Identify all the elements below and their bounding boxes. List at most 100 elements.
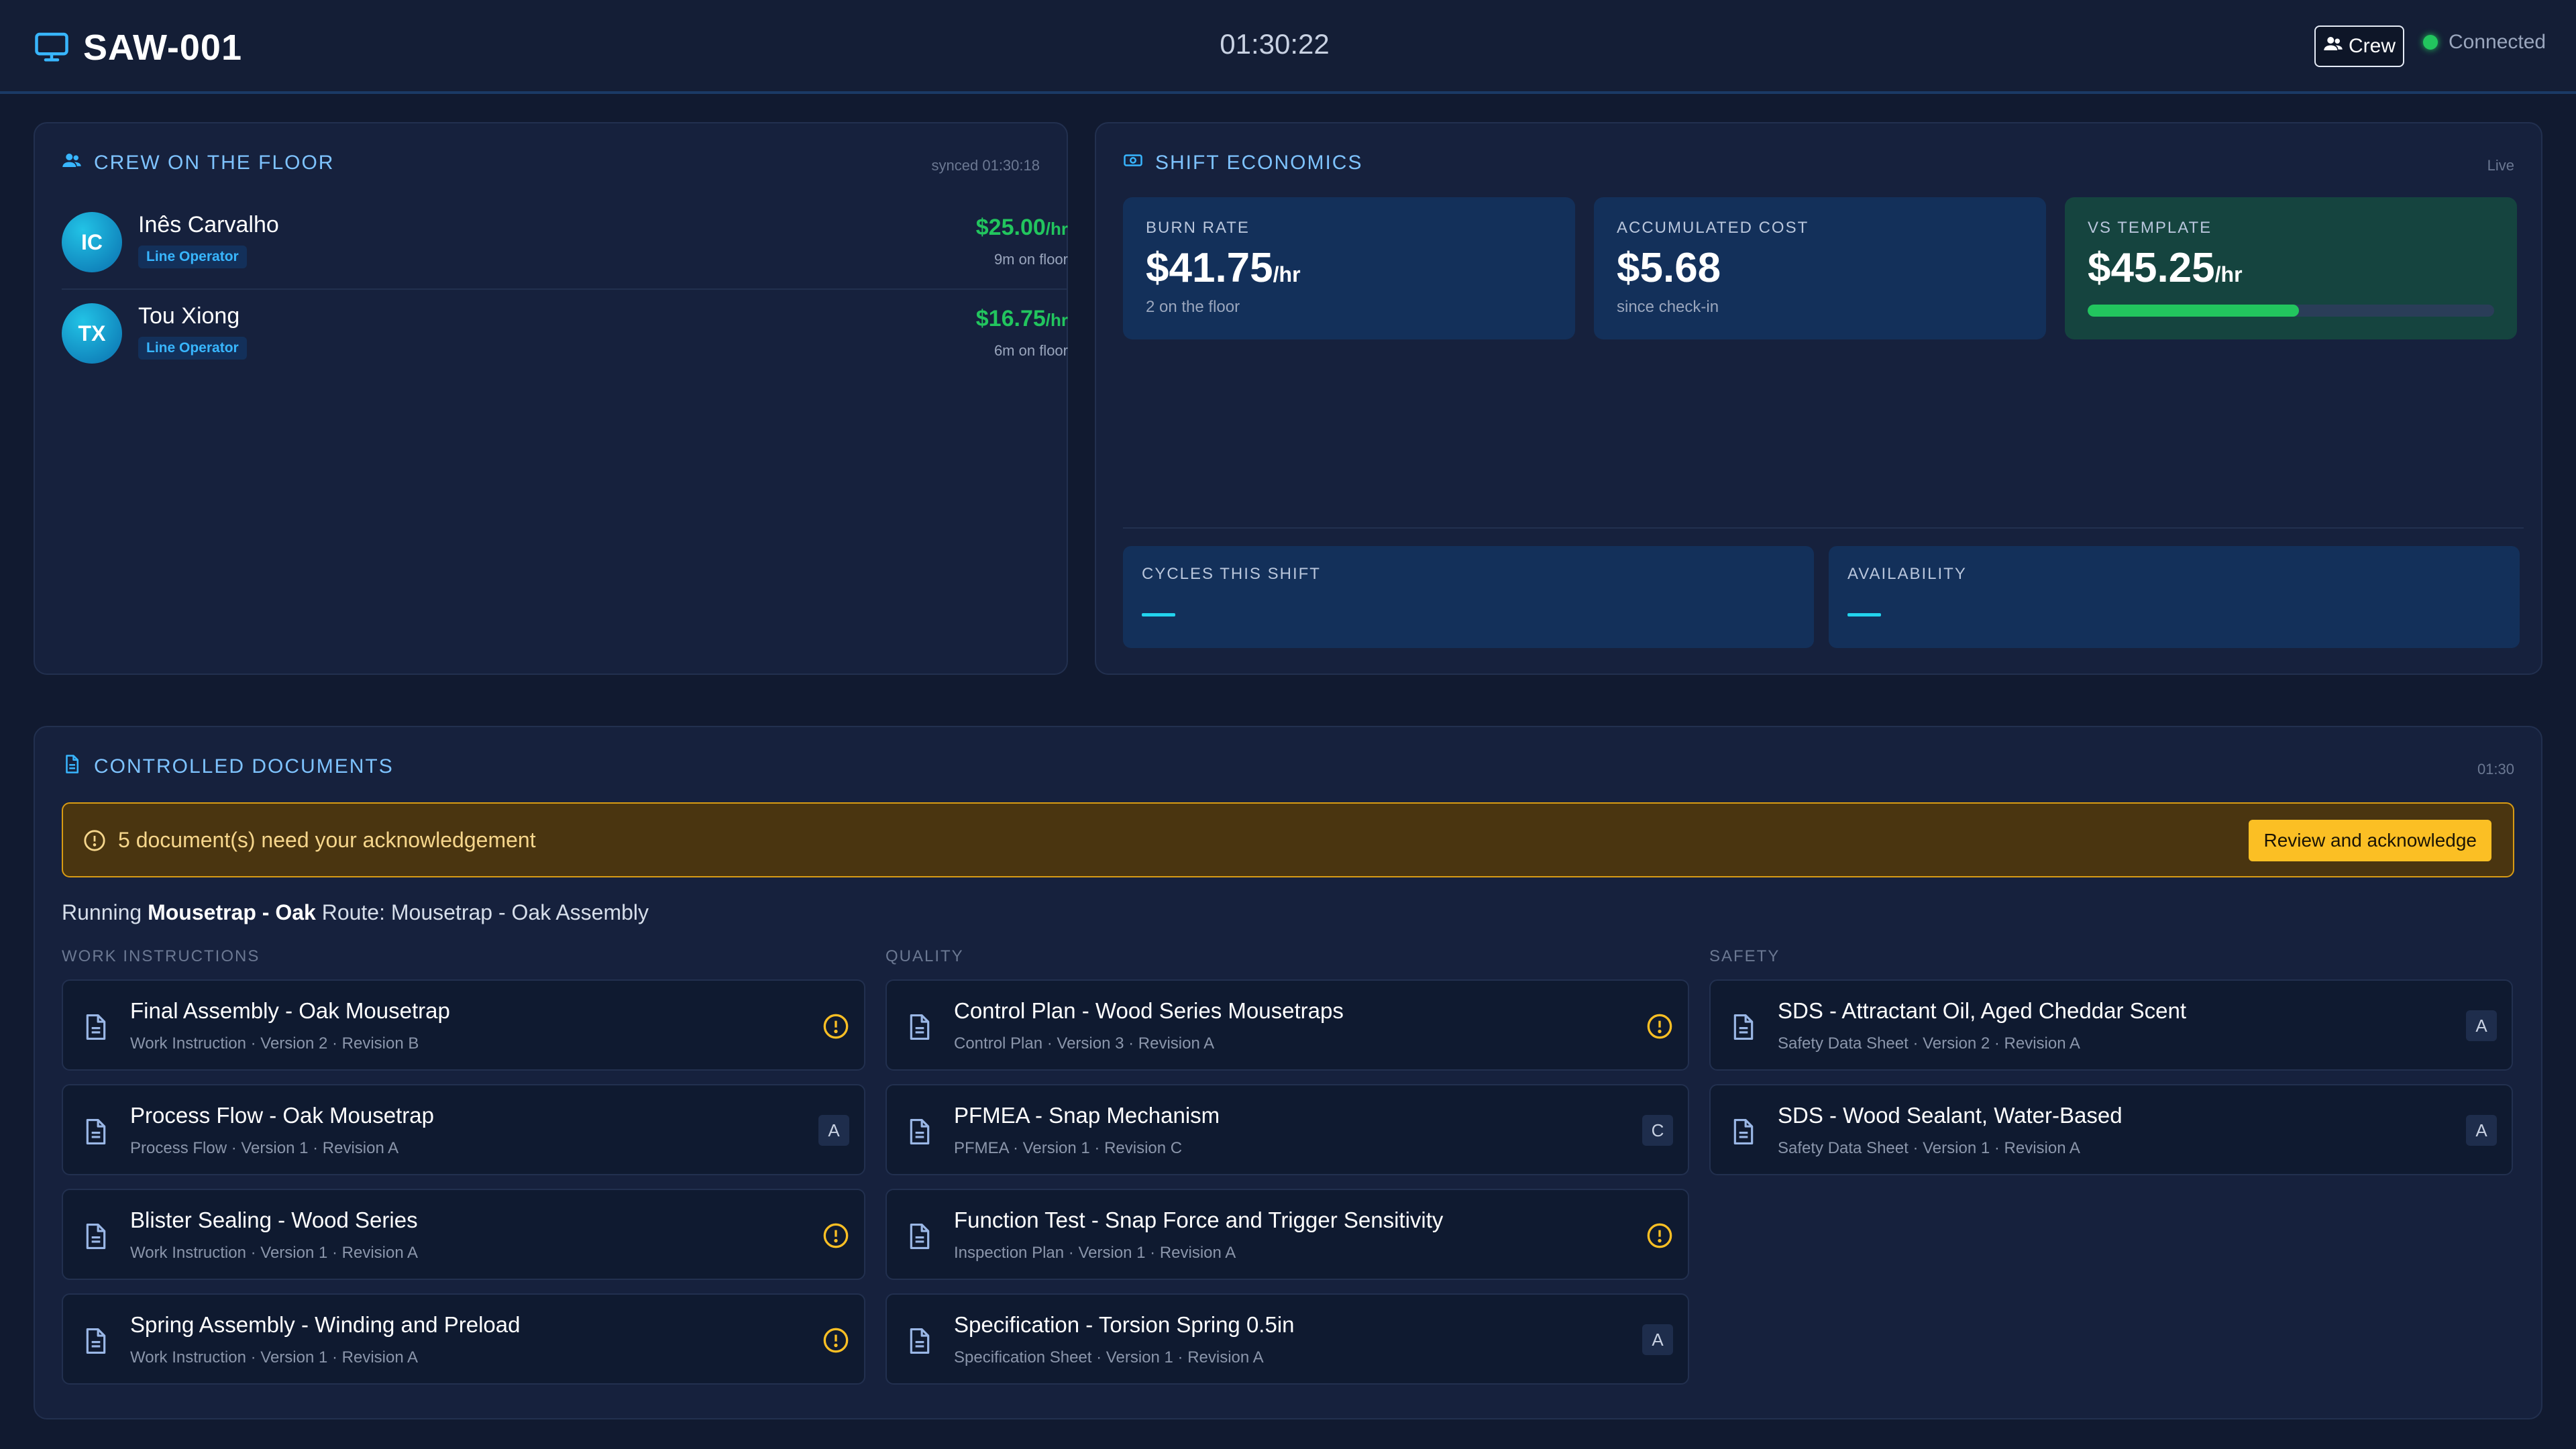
top-bar: SAW-001 01:30:22 Crew Connected xyxy=(0,0,2576,94)
document-card[interactable]: SDS - Wood Sealant, Water-Based Safety Da… xyxy=(1709,1084,2513,1175)
template-progress-bar xyxy=(2088,305,2494,317)
document-title: SDS - Attractant Oil, Aged Cheddar Scent xyxy=(1778,998,2186,1023)
crew-button-label: Crew xyxy=(2348,35,2396,57)
crew-panel-title: CREW ON THE FLOOR xyxy=(62,150,334,176)
shift-clock: 01:30:22 xyxy=(1220,28,1330,60)
document-card[interactable]: Function Test - Snap Force and Trigger S… xyxy=(885,1189,1689,1280)
document-meta: PFMEA · Version 1 · Revision C xyxy=(954,1139,1183,1157)
divider xyxy=(62,288,1068,290)
document-title: Spring Assembly - Winding and Preload xyxy=(130,1312,521,1337)
station-id: SAW-001 xyxy=(83,28,243,68)
burn-rate-card: BURN RATE $41.75/hr 2 on the floor xyxy=(1123,197,1575,339)
availability-card: AVAILABILITY xyxy=(1829,546,2520,648)
documents-panel-title: CONTROLLED DOCUMENTS xyxy=(62,754,394,780)
review-acknowledge-button[interactable]: Review and acknowledge xyxy=(2249,820,2491,861)
cycles-card: CYCLES THIS SHIFT xyxy=(1123,546,1814,648)
column-label-quality: QUALITY xyxy=(885,947,964,965)
crew-time-on-floor: 9m on floor xyxy=(994,251,1068,268)
crew-button[interactable]: Crew xyxy=(2314,25,2404,67)
accumulated-cost-sub: since check-in xyxy=(1617,298,1719,316)
document-meta: Specification Sheet · Version 1 · Revisi… xyxy=(954,1348,1264,1366)
sync-note: synced 01:30:18 xyxy=(931,157,1040,174)
document-card[interactable]: Blister Sealing - Wood Series Work Instru… xyxy=(62,1189,865,1280)
crew-time-on-floor: 6m on floor xyxy=(994,342,1068,359)
cycles-empty-indicator xyxy=(1142,613,1175,616)
document-card[interactable]: Final Assembly - Oak Mousetrap Work Instr… xyxy=(62,979,865,1071)
document-icon xyxy=(907,1327,932,1355)
crew-rate: $25.00/hr xyxy=(975,215,1068,240)
avatar: TX xyxy=(62,303,122,364)
documents-panel: CONTROLLED DOCUMENTS 01:30 5 document(s)… xyxy=(34,726,2542,1419)
document-card[interactable]: SDS - Attractant Oil, Aged Cheddar Scent… xyxy=(1709,979,2513,1071)
documents-time: 01:30 xyxy=(2477,761,2514,777)
document-card[interactable]: Spring Assembly - Winding and Preload Wor… xyxy=(62,1293,865,1385)
document-icon xyxy=(907,1222,932,1250)
alert-text: 5 document(s) need your acknowledgement xyxy=(118,828,536,852)
crew-name: Tou Xiong xyxy=(138,303,240,329)
document-icon xyxy=(62,754,94,780)
needs-acknowledgement-icon xyxy=(1646,1222,1673,1249)
document-title: Specification - Torsion Spring 0.5in xyxy=(954,1312,1295,1337)
connection-label: Connected xyxy=(2449,31,2546,53)
crew-rate: $16.75/hr xyxy=(975,306,1068,331)
document-icon xyxy=(907,1118,932,1146)
document-title: Function Test - Snap Force and Trigger S… xyxy=(954,1208,1444,1232)
document-icon xyxy=(907,1013,932,1041)
connection-status: Connected xyxy=(2423,31,2546,54)
document-title: Process Flow - Oak Mousetrap xyxy=(130,1103,434,1128)
economics-panel-title: SHIFT ECONOMICS xyxy=(1123,150,1362,176)
economics-panel: SHIFT ECONOMICS Live BURN RATE $41.75/hr… xyxy=(1095,122,2542,675)
document-icon xyxy=(83,1118,109,1146)
acknowledgement-alert: 5 document(s) need your acknowledgement … xyxy=(62,802,2514,877)
running-route: Running Mousetrap - Oak Route: Mousetrap… xyxy=(62,900,649,924)
vs-template-label: VS TEMPLATE xyxy=(2088,219,2212,237)
document-meta: Work Instruction · Version 2 · Revision … xyxy=(130,1034,419,1053)
document-title: Final Assembly - Oak Mousetrap xyxy=(130,998,450,1023)
document-card[interactable]: Control Plan - Wood Series Mousetraps Con… xyxy=(885,979,1689,1071)
needs-acknowledgement-icon xyxy=(822,1327,849,1354)
needs-acknowledgement-icon xyxy=(1646,1013,1673,1040)
crew-member[interactable]: TX Tou Xiong Line Operator $16.75/hr 6m … xyxy=(62,295,1068,376)
document-icon xyxy=(83,1222,109,1250)
document-meta: Process Flow · Version 1 · Revision A xyxy=(130,1139,399,1157)
revision-badge: A xyxy=(1642,1324,1673,1355)
document-meta: Safety Data Sheet · Version 2 · Revision… xyxy=(1778,1034,2080,1053)
column-label-safety: SAFETY xyxy=(1709,947,1780,965)
availability-label: AVAILABILITY xyxy=(1847,565,1967,583)
document-title: Blister Sealing - Wood Series xyxy=(130,1208,418,1232)
needs-acknowledgement-icon xyxy=(822,1222,849,1249)
divider xyxy=(1123,527,2524,529)
crew-panel: CREW ON THE FLOOR synced 01:30:18 IC Inê… xyxy=(34,122,1068,675)
accumulated-cost-label: ACCUMULATED COST xyxy=(1617,219,1809,237)
document-title: PFMEA - Snap Mechanism xyxy=(954,1103,1220,1128)
document-card[interactable]: Process Flow - Oak Mousetrap Process Flow… xyxy=(62,1084,865,1175)
document-icon xyxy=(83,1013,109,1041)
template-progress-fill xyxy=(2088,305,2300,317)
revision-badge: A xyxy=(2466,1115,2497,1146)
accumulated-cost-value: $5.68 xyxy=(1617,245,1721,291)
document-meta: Inspection Plan · Version 1 · Revision A xyxy=(954,1244,1236,1262)
revision-badge: A xyxy=(818,1115,849,1146)
document-card[interactable]: PFMEA - Snap Mechanism PFMEA · Version 1 … xyxy=(885,1084,1689,1175)
role-badge: Line Operator xyxy=(138,337,247,360)
document-title: Control Plan - Wood Series Mousetraps xyxy=(954,998,1344,1023)
burn-rate-value: $41.75/hr xyxy=(1146,245,1301,291)
document-card[interactable]: Specification - Torsion Spring 0.5in Spec… xyxy=(885,1293,1689,1385)
column-label-work-instructions: WORK INSTRUCTIONS xyxy=(62,947,260,965)
alert-circle-icon xyxy=(83,829,106,852)
document-meta: Work Instruction · Version 1 · Revision … xyxy=(130,1244,419,1262)
users-icon xyxy=(62,150,94,176)
crew-member[interactable]: IC Inês Carvalho Line Operator $25.00/hr… xyxy=(62,204,1068,284)
money-icon xyxy=(1123,150,1155,176)
monitor-icon xyxy=(34,28,70,68)
crew-name: Inês Carvalho xyxy=(138,212,279,237)
cycles-label: CYCLES THIS SHIFT xyxy=(1142,565,1321,583)
document-meta: Work Instruction · Version 1 · Revision … xyxy=(130,1348,419,1366)
users-icon xyxy=(2323,34,2349,59)
revision-badge: C xyxy=(1642,1115,1673,1146)
burn-rate-sub: 2 on the floor xyxy=(1146,298,1240,316)
document-icon xyxy=(83,1327,109,1355)
document-icon xyxy=(1731,1013,1756,1041)
vs-template-value: $45.25/hr xyxy=(2088,245,2243,291)
document-meta: Control Plan · Version 3 · Revision A xyxy=(954,1034,1215,1053)
